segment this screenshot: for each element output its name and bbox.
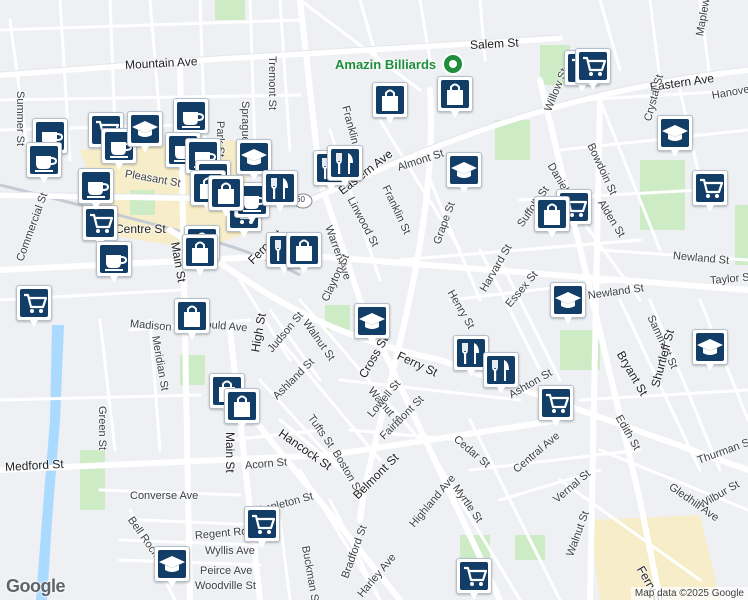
restaurant-marker[interactable]	[262, 170, 298, 212]
street-label-woodville-st: Woodville St	[195, 580, 256, 592]
school-marker[interactable]	[446, 152, 482, 194]
street-label-salem-st: Salem St	[469, 35, 519, 52]
shopping-bag-icon	[218, 182, 234, 204]
shop-marker[interactable]	[286, 232, 322, 274]
shopping-bag-icon	[382, 89, 398, 111]
shopping-cart-icon	[24, 293, 47, 313]
coffee-cup-icon	[182, 112, 204, 128]
school-marker[interactable]	[127, 111, 163, 153]
shop-marker[interactable]	[372, 82, 408, 124]
graduation-cap-icon	[697, 339, 723, 355]
shop-marker[interactable]	[208, 175, 244, 217]
street-label-green-st: Green St	[96, 406, 108, 451]
poi-marker-amazin-billiards[interactable]	[442, 53, 464, 75]
map-canvas[interactable]: Summer St Mountain Ave Salem St Eastern Ave…	[0, 0, 748, 600]
map-attribution: Map data ©2025 Google	[630, 587, 748, 600]
restaurant-marker[interactable]	[483, 352, 519, 394]
shopping-bag-icon	[447, 83, 463, 105]
street-label-converse-ave: Converse Ave	[130, 490, 199, 502]
graduation-cap-icon	[132, 121, 158, 137]
fork-knife-icon	[462, 343, 479, 364]
restaurant-marker[interactable]	[327, 145, 363, 187]
grocery-marker[interactable]	[244, 506, 280, 548]
shopping-cart-icon	[464, 566, 487, 586]
school-marker[interactable]	[550, 282, 586, 324]
poi-label-amazin-billiards[interactable]: Amazin Billiards	[335, 57, 436, 72]
shop-marker[interactable]	[174, 298, 210, 340]
street-label-main-st-s: Main St	[223, 432, 237, 473]
shop-marker[interactable]	[224, 388, 260, 430]
cafe-marker[interactable]	[173, 98, 209, 140]
shopping-bag-icon	[544, 203, 560, 225]
street-label-peirce-ave: Peirce Ave	[200, 565, 253, 577]
graduation-cap-icon	[359, 313, 385, 329]
cafe-marker[interactable]	[26, 142, 62, 184]
grocery-marker[interactable]	[456, 558, 492, 600]
fork-knife-icon	[492, 360, 509, 381]
shopping-bag-icon	[234, 395, 250, 417]
coffee-cup-icon	[35, 156, 57, 172]
grocery-marker[interactable]	[82, 205, 118, 247]
cafe-marker[interactable]	[78, 168, 114, 210]
shop-marker[interactable]	[534, 196, 570, 238]
shopping-cart-icon	[90, 213, 113, 233]
shopping-bag-icon	[296, 239, 312, 261]
cafe-marker[interactable]	[96, 241, 132, 283]
grocery-marker[interactable]	[538, 385, 574, 427]
shopping-cart-icon	[252, 514, 275, 534]
fork-knife-icon	[336, 153, 353, 174]
graduation-cap-icon	[555, 292, 581, 308]
grocery-marker[interactable]	[16, 285, 52, 327]
shop-marker[interactable]	[182, 234, 218, 276]
graduation-cap-icon	[662, 125, 688, 141]
school-marker[interactable]	[692, 329, 728, 371]
graduation-cap-icon	[241, 149, 267, 165]
graduation-cap-icon	[451, 162, 477, 178]
school-marker[interactable]	[354, 303, 390, 345]
grocery-marker[interactable]	[692, 170, 728, 212]
shopping-bag-icon	[184, 305, 200, 327]
graduation-cap-icon	[159, 556, 185, 572]
coffee-cup-icon	[87, 182, 109, 198]
shopping-cart-icon	[700, 178, 723, 198]
google-logo: Google	[6, 576, 66, 596]
school-marker[interactable]	[154, 546, 190, 588]
school-marker[interactable]	[657, 115, 693, 157]
street-label-centre-st: Centre St	[115, 222, 166, 236]
street-label-tremont-st: Tremont St	[266, 56, 278, 110]
fork-knife-icon	[271, 178, 288, 199]
shop-marker[interactable]	[437, 76, 473, 118]
street-label-summer-st: Summer St	[14, 91, 26, 147]
grocery-marker[interactable]	[575, 48, 611, 90]
coffee-cup-icon	[105, 255, 127, 271]
shopping-cart-icon	[546, 393, 569, 413]
shopping-bag-icon	[192, 241, 208, 263]
shopping-cart-icon	[583, 56, 606, 76]
street-label-wyllis-ave: Wyllis Ave	[205, 545, 255, 557]
